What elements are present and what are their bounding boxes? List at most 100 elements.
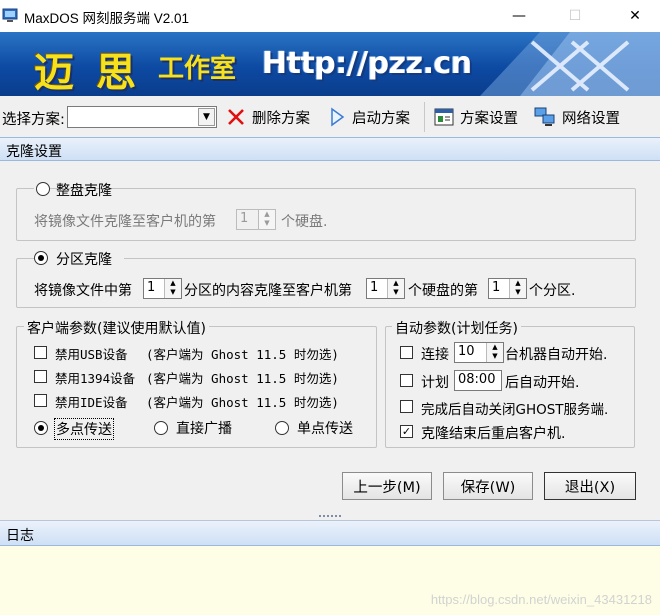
logo-char-1: 迈: [34, 49, 74, 96]
close-icon: ✕: [629, 8, 641, 24]
target-partition-stepper[interactable]: 1 ▲ ▼: [488, 278, 527, 299]
schedule-checkbox[interactable]: [400, 374, 413, 387]
save-button[interactable]: 保存(W): [443, 472, 533, 500]
mode-broadcast[interactable]: 直接广播: [154, 418, 244, 438]
minimize-button[interactable]: —: [496, 0, 542, 32]
schedule-time-value: 08:00: [458, 372, 496, 387]
play-arrow-icon: [331, 107, 345, 127]
log-area[interactable]: https://blog.csdn.net/weixin_43431218: [0, 546, 660, 615]
disable-ide-checkbox[interactable]: [34, 394, 47, 407]
multicast-radio[interactable]: [34, 421, 48, 435]
unicast-label: 单点传送: [297, 421, 353, 437]
maximize-icon: ☐: [568, 8, 582, 24]
window-settings-icon: [434, 108, 454, 126]
delete-scheme-button[interactable]: 删除方案: [226, 105, 310, 129]
partition-clone-label: 分区克隆: [56, 252, 112, 268]
disable-1394-label: 禁用1394设备: [55, 371, 136, 386]
disable-ide-note: (客户端为 Ghost 11.5 时勿选): [146, 395, 339, 410]
splitter-handle[interactable]: [0, 513, 660, 521]
log-header: 日志: [0, 522, 660, 546]
logo-char-2: 思: [96, 49, 136, 96]
disk-clone-radio[interactable]: [36, 182, 50, 196]
auto-params-legend: 自动参数(计划任务): [392, 318, 521, 338]
banner-url: Http://pzz.cn: [262, 46, 472, 81]
unicast-radio[interactable]: [275, 421, 289, 435]
network-settings-label: 网络设置: [562, 110, 620, 127]
stepper-arrows-icon: ▲ ▼: [258, 210, 275, 229]
start-scheme-button[interactable]: 启动方案: [328, 105, 410, 129]
chevron-down-icon[interactable]: ▼: [198, 108, 215, 126]
prev-step-label: 上一步(M): [353, 479, 421, 496]
partition-clone-option[interactable]: 分区克隆: [34, 249, 124, 268]
toolbar-divider: [424, 102, 425, 132]
exit-button[interactable]: 退出(X): [544, 472, 636, 500]
scheme-label: 选择方案:: [2, 112, 65, 128]
maximize-button: ☐: [552, 0, 598, 32]
clone-settings-title: 克隆设置: [6, 144, 62, 160]
broadcast-radio[interactable]: [154, 421, 168, 435]
log-title: 日志: [6, 528, 34, 544]
network-settings-button[interactable]: 网络设置: [534, 105, 620, 129]
scheme-select[interactable]: ▼: [67, 106, 217, 128]
disk-clone-text-after: 个硬盘.: [281, 214, 328, 230]
close-ghost-label: 完成后自动关闭GHOST服务端.: [421, 402, 609, 418]
partition-text-1: 将镜像文件中第: [34, 283, 132, 299]
source-partition-value: 1: [147, 280, 156, 295]
disable-1394-note: (客户端为 Ghost 11.5 时勿选): [146, 371, 339, 386]
scheme-settings-button[interactable]: 方案设置: [434, 105, 518, 129]
title-bar: MaxDOS 网刻服务端 V2.01 — ☐ ✕: [0, 0, 660, 32]
connect-count-stepper[interactable]: 10 ▲ ▼: [454, 342, 504, 363]
option-disable-ide[interactable]: 禁用IDE设备 (客户端为 Ghost 11.5 时勿选): [34, 392, 374, 410]
scheme-settings-label: 方案设置: [460, 110, 518, 127]
stepper-arrows-icon[interactable]: ▲ ▼: [387, 279, 404, 298]
app-icon: [2, 8, 18, 22]
disable-1394-checkbox[interactable]: [34, 370, 47, 383]
restart-checkbox[interactable]: ✓: [400, 425, 413, 438]
save-label: 保存(W): [460, 479, 516, 496]
disk-number-stepper: 1 ▲ ▼: [236, 209, 276, 230]
grip-icon: [319, 515, 341, 517]
target-disk-stepper[interactable]: 1 ▲ ▼: [366, 278, 405, 299]
delete-scheme-label: 删除方案: [252, 110, 310, 127]
red-x-icon: [228, 109, 244, 125]
schedule-suffix: 后自动开始.: [505, 375, 580, 391]
broadcast-label: 直接广播: [176, 421, 232, 437]
partition-text-3: 个硬盘的第: [408, 283, 478, 299]
window-title: MaxDOS 网刻服务端 V2.01: [24, 11, 190, 26]
close-ghost-checkbox[interactable]: [400, 400, 413, 413]
mode-unicast[interactable]: 单点传送: [275, 418, 365, 438]
connect-suffix: 台机器自动开始.: [505, 347, 608, 363]
stepper-arrows-icon[interactable]: ▲ ▼: [164, 279, 181, 298]
stepper-arrows-icon[interactable]: ▲ ▼: [509, 279, 526, 298]
prev-step-button[interactable]: 上一步(M): [342, 472, 432, 500]
watermark: https://blog.csdn.net/weixin_43431218: [430, 592, 652, 607]
partition-clone-radio[interactable]: [34, 251, 48, 265]
network-computers-icon: [534, 107, 555, 126]
connect-checkbox[interactable]: [400, 346, 413, 359]
disable-ide-label: 禁用IDE设备: [55, 395, 128, 410]
option-disable-usb[interactable]: 禁用USB设备 (客户端为 Ghost 11.5 时勿选): [34, 344, 374, 362]
exit-label: 退出(X): [564, 479, 616, 496]
close-button[interactable]: ✕: [612, 0, 658, 32]
banner: 迈 思 工作室 Http://pzz.cn: [0, 32, 660, 96]
stepper-arrows-icon[interactable]: ▲ ▼: [486, 343, 503, 362]
source-partition-stepper[interactable]: 1 ▲ ▼: [143, 278, 182, 299]
partition-text-4: 个分区.: [529, 283, 576, 299]
disable-usb-label: 禁用USB设备: [55, 347, 128, 362]
partition-text-2: 分区的内容克隆至客户机第: [184, 283, 352, 299]
clone-settings-header: 克隆设置: [0, 137, 660, 161]
banner-decoration-icon: [480, 32, 660, 96]
schedule-time-input[interactable]: 08:00: [454, 370, 502, 391]
disk-clone-text-before: 将镜像文件克隆至客户机的第: [34, 214, 216, 230]
disable-usb-note: (客户端为 Ghost 11.5 时勿选): [146, 347, 339, 362]
disk-clone-option[interactable]: 整盘克隆: [34, 180, 112, 199]
schedule-label: 计划: [421, 375, 449, 391]
client-params-legend: 客户端参数(建议使用默认值): [24, 318, 209, 338]
disk-number-value: 1: [240, 211, 249, 226]
disable-usb-checkbox[interactable]: [34, 346, 47, 359]
logo-subtitle: 工作室: [158, 54, 237, 84]
connect-count-value: 10: [458, 344, 475, 359]
option-disable-1394[interactable]: 禁用1394设备 (客户端为 Ghost 11.5 时勿选): [34, 368, 374, 386]
mode-multicast[interactable]: 多点传送: [34, 418, 124, 440]
start-scheme-label: 启动方案: [352, 110, 410, 127]
